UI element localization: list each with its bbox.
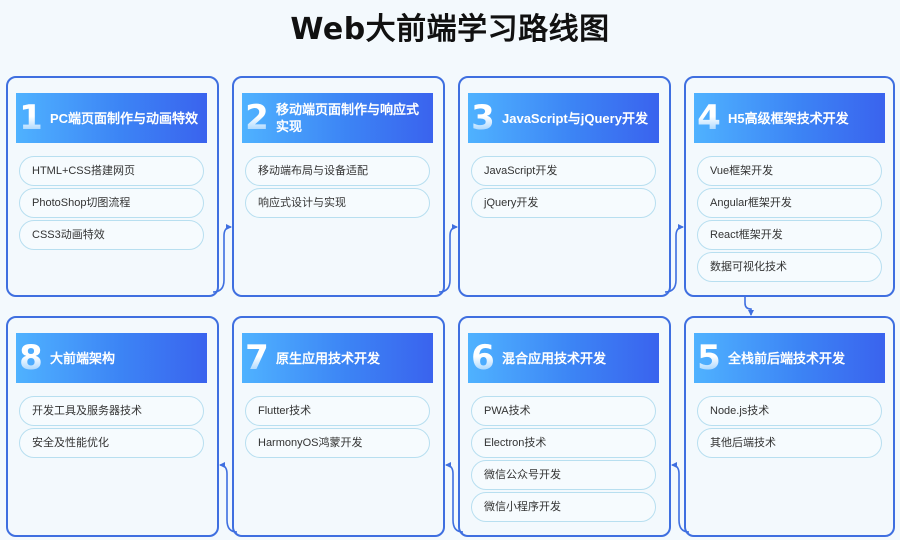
list-item: 微信小程序开发 bbox=[471, 492, 656, 522]
list-item: Flutter技术 bbox=[245, 396, 430, 426]
stage-card-2: 2 移动端页面制作与响应式实现 移动端布局与设备适配 响应式设计与实现 bbox=[232, 76, 445, 297]
stage-header-7: 7 原生应用技术开发 bbox=[242, 333, 433, 383]
stage-card-3: 3 JavaScript与jQuery开发 JavaScript开发 jQuer… bbox=[458, 76, 671, 297]
list-item: JavaScript开发 bbox=[471, 156, 656, 186]
stage-number-5: 5 bbox=[697, 338, 721, 378]
stage-card-6: 6 混合应用技术开发 PWA技术 Electron技术 微信公众号开发 微信小程… bbox=[458, 316, 671, 537]
list-item: HTML+CSS搭建网页 bbox=[19, 156, 204, 186]
list-item: 安全及性能优化 bbox=[19, 428, 204, 458]
list-item: 开发工具及服务器技术 bbox=[19, 396, 204, 426]
stage-header-3: 3 JavaScript与jQuery开发 bbox=[468, 93, 659, 143]
stage-number-7: 7 bbox=[245, 338, 269, 378]
list-item: Electron技术 bbox=[471, 428, 656, 458]
list-item: Node.js技术 bbox=[697, 396, 882, 426]
stage-card-1: 1 PC端页面制作与动画特效 HTML+CSS搭建网页 PhotoShop切图流… bbox=[6, 76, 219, 297]
stage-title-5: 全栈前后端技术开发 bbox=[728, 350, 846, 366]
list-item: React框架开发 bbox=[697, 220, 882, 250]
list-item: jQuery开发 bbox=[471, 188, 656, 218]
stage-card-5: 5 全栈前后端技术开发 Node.js技术 其他后端技术 bbox=[684, 316, 895, 537]
stage-title-8: 大前端架构 bbox=[50, 350, 116, 366]
list-item: PhotoShop切图流程 bbox=[19, 188, 204, 218]
stage-number-8: 8 bbox=[19, 338, 43, 378]
list-item: 数据可视化技术 bbox=[697, 252, 882, 282]
stage-header-5: 5 全栈前后端技术开发 bbox=[694, 333, 885, 383]
list-item: 响应式设计与实现 bbox=[245, 188, 430, 218]
stage-title-2: 移动端页面制作与响应式实现 bbox=[276, 102, 420, 134]
list-item: CSS3动画特效 bbox=[19, 220, 204, 250]
stage-header-8: 8 大前端架构 bbox=[16, 333, 207, 383]
stage-number-3: 3 bbox=[471, 98, 495, 138]
stage-card-8: 8 大前端架构 开发工具及服务器技术 安全及性能优化 bbox=[6, 316, 219, 537]
stage-number-2: 2 bbox=[245, 98, 269, 138]
list-item: HarmonyOS鸿蒙开发 bbox=[245, 428, 430, 458]
stage-header-1: 1 PC端页面制作与动画特效 bbox=[16, 93, 207, 143]
list-item: Vue框架开发 bbox=[697, 156, 882, 186]
list-item: PWA技术 bbox=[471, 396, 656, 426]
arrow-4-to-5 bbox=[744, 297, 754, 316]
list-item: 移动端布局与设备适配 bbox=[245, 156, 430, 186]
list-item: Angular框架开发 bbox=[697, 188, 882, 218]
stage-title-3: JavaScript与jQuery开发 bbox=[502, 110, 648, 126]
stage-card-7: 7 原生应用技术开发 Flutter技术 HarmonyOS鸿蒙开发 bbox=[232, 316, 445, 537]
stage-card-4: 4 H5高级框架技术开发 Vue框架开发 Angular框架开发 React框架… bbox=[684, 76, 895, 297]
stage-header-2: 2 移动端页面制作与响应式实现 bbox=[242, 93, 433, 143]
stage-number-4: 4 bbox=[697, 98, 721, 138]
list-item: 微信公众号开发 bbox=[471, 460, 656, 490]
stage-number-6: 6 bbox=[471, 338, 495, 378]
stage-header-6: 6 混合应用技术开发 bbox=[468, 333, 659, 383]
stage-number-1: 1 bbox=[19, 98, 43, 138]
stage-title-6: 混合应用技术开发 bbox=[502, 350, 607, 366]
stage-title-7: 原生应用技术开发 bbox=[276, 350, 381, 366]
stage-header-4: 4 H5高级框架技术开发 bbox=[694, 93, 885, 143]
list-item: 其他后端技术 bbox=[697, 428, 882, 458]
stage-title-4: H5高级框架技术开发 bbox=[728, 110, 849, 126]
stage-title-1: PC端页面制作与动画特效 bbox=[50, 110, 199, 126]
page-title: Web大前端学习路线图 bbox=[290, 12, 610, 47]
